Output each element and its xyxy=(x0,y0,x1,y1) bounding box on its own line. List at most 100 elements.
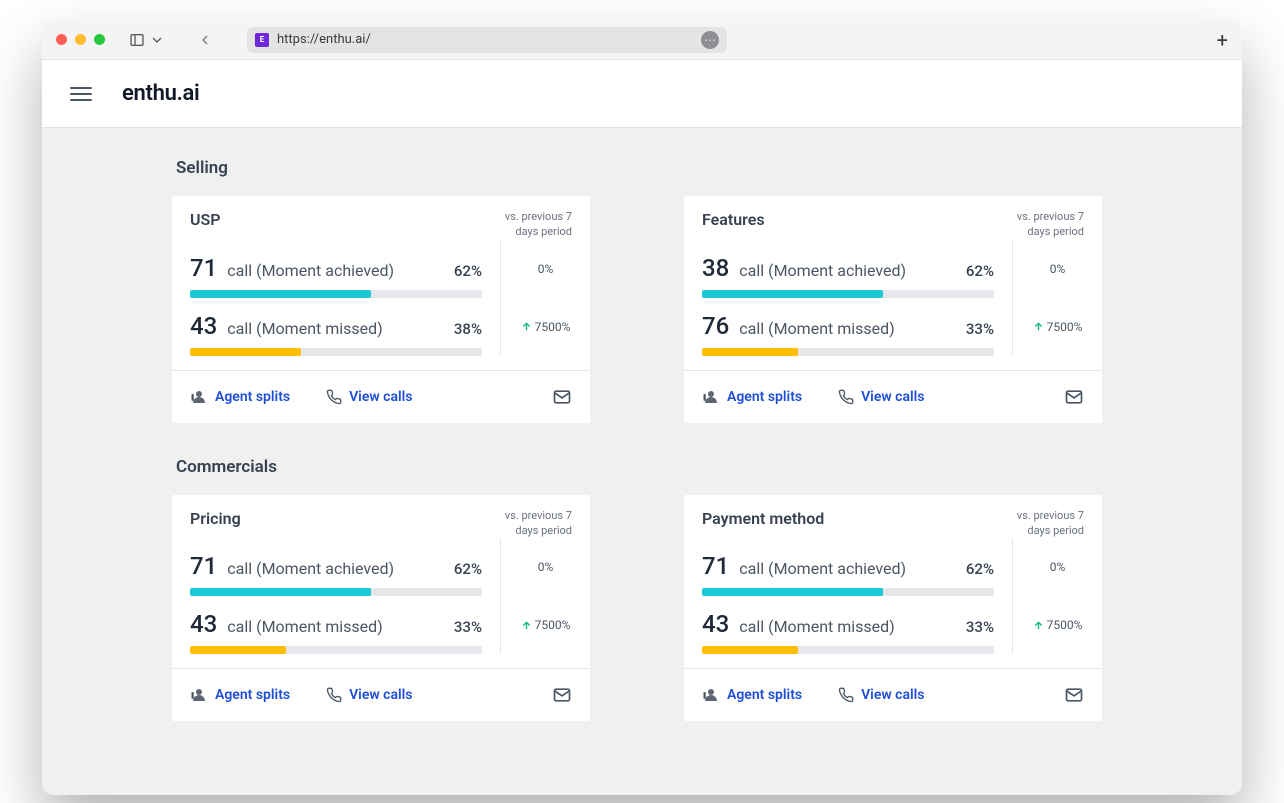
delta-value: 0% xyxy=(1050,262,1066,276)
metric-label: call (Moment achieved) xyxy=(227,261,444,280)
mail-button[interactable] xyxy=(552,685,572,705)
metric-pct: 38% xyxy=(454,320,482,338)
agent-splits-label: Agent splits xyxy=(215,687,290,703)
sidebar-toggle-button[interactable] xyxy=(129,32,165,48)
progress-fill xyxy=(190,646,286,654)
card-title: Pricing xyxy=(190,509,482,528)
metric-row: 38 call (Moment achieved) 62% 0% xyxy=(684,240,1102,298)
card-title: Payment method xyxy=(702,509,994,528)
mail-icon xyxy=(552,685,572,705)
metric-card: USP vs. previous 7 days period 71 call (… xyxy=(172,196,590,423)
mail-icon xyxy=(1064,387,1084,407)
maximize-window-button[interactable] xyxy=(94,34,105,45)
compare-label: vs. previous 7 days period xyxy=(994,210,1084,240)
card-grid: USP vs. previous 7 days period 71 call (… xyxy=(172,196,1112,423)
progress-fill xyxy=(702,348,798,356)
people-icon xyxy=(190,686,208,704)
menu-icon[interactable] xyxy=(70,87,92,101)
people-icon xyxy=(702,686,720,704)
view-calls-label: View calls xyxy=(861,687,924,703)
agent-splits-link[interactable]: Agent splits xyxy=(190,686,290,704)
metric-count: 71 xyxy=(190,552,217,580)
browser-window: E https://enthu.ai/ ⋯ + enthu.ai Selling… xyxy=(42,20,1242,795)
card-footer: Agent splits View calls xyxy=(684,370,1102,423)
delta-value: 7500% xyxy=(1047,320,1083,334)
progress-bar xyxy=(190,646,482,654)
delta-value: 7500% xyxy=(1047,618,1083,632)
card-footer: Agent splits View calls xyxy=(172,668,590,721)
delta-cell: 0% xyxy=(500,538,590,596)
new-tab-button[interactable]: + xyxy=(1217,28,1228,52)
view-calls-link[interactable]: View calls xyxy=(326,389,412,405)
metric-pct: 62% xyxy=(966,262,994,280)
delta-value: 7500% xyxy=(535,320,571,334)
delta-cell: 7500% xyxy=(1012,298,1102,356)
view-calls-link[interactable]: View calls xyxy=(838,389,924,405)
section-title: Selling xyxy=(176,158,1112,178)
address-bar[interactable]: E https://enthu.ai/ ⋯ xyxy=(247,27,727,53)
metric-count: 43 xyxy=(702,610,729,638)
agent-splits-link[interactable]: Agent splits xyxy=(702,686,802,704)
addr-more-icon[interactable]: ⋯ xyxy=(701,31,719,49)
metric-main: 76 call (Moment missed) 33% xyxy=(702,298,1012,356)
dashboard: Selling USP vs. previous 7 days period 7… xyxy=(172,128,1112,721)
mail-button[interactable] xyxy=(1064,387,1084,407)
view-calls-link[interactable]: View calls xyxy=(838,687,924,703)
metric-row: 43 call (Moment missed) 33% 7500% xyxy=(172,596,590,654)
mail-button[interactable] xyxy=(1064,685,1084,705)
progress-bar xyxy=(702,348,994,356)
agent-splits-link[interactable]: Agent splits xyxy=(702,388,802,406)
mail-icon xyxy=(1064,685,1084,705)
phone-icon xyxy=(838,687,854,703)
metric-row: 71 call (Moment achieved) 62% 0% xyxy=(172,538,590,596)
close-window-button[interactable] xyxy=(56,34,67,45)
site-favicon: E xyxy=(255,33,269,47)
phone-icon xyxy=(838,389,854,405)
minimize-window-button[interactable] xyxy=(75,34,86,45)
view-calls-label: View calls xyxy=(861,389,924,405)
delta-cell: 7500% xyxy=(500,596,590,654)
brand-logo: enthu.ai xyxy=(122,81,199,106)
metric-pct: 33% xyxy=(454,618,482,636)
mail-button[interactable] xyxy=(552,387,572,407)
progress-bar xyxy=(702,646,994,654)
metric-count: 76 xyxy=(702,312,729,340)
progress-fill xyxy=(190,588,371,596)
progress-fill xyxy=(702,646,798,654)
metric-pct: 33% xyxy=(966,618,994,636)
nav-back-button[interactable] xyxy=(197,32,213,48)
compare-label: vs. previous 7 days period xyxy=(482,210,572,240)
progress-fill xyxy=(190,290,371,298)
metric-main: 43 call (Moment missed) 38% xyxy=(190,298,500,356)
card-footer: Agent splits View calls xyxy=(172,370,590,423)
metric-main: 71 call (Moment achieved) 62% xyxy=(702,538,1012,596)
arrow-up-icon xyxy=(521,620,532,631)
arrow-up-icon xyxy=(521,321,532,332)
arrow-up-icon xyxy=(1033,321,1044,332)
metric-main: 43 call (Moment missed) 33% xyxy=(190,596,500,654)
compare-label: vs. previous 7 days period xyxy=(482,509,572,539)
delta-value: 0% xyxy=(1050,560,1066,574)
metric-card: Features vs. previous 7 days period 38 c… xyxy=(684,196,1102,423)
view-calls-link[interactable]: View calls xyxy=(326,687,412,703)
browser-chrome: E https://enthu.ai/ ⋯ + xyxy=(42,20,1242,60)
view-calls-label: View calls xyxy=(349,687,412,703)
progress-fill xyxy=(702,290,883,298)
metric-main: 43 call (Moment missed) 33% xyxy=(702,596,1012,654)
delta-cell: 7500% xyxy=(1012,596,1102,654)
agent-splits-link[interactable]: Agent splits xyxy=(190,388,290,406)
view-calls-label: View calls xyxy=(349,389,412,405)
metric-card: Payment method vs. previous 7 days perio… xyxy=(684,495,1102,722)
metric-row: 76 call (Moment missed) 33% 7500% xyxy=(684,298,1102,356)
agent-splits-label: Agent splits xyxy=(727,389,802,405)
metric-card: Pricing vs. previous 7 days period 71 ca… xyxy=(172,495,590,722)
metric-row: 43 call (Moment missed) 33% 7500% xyxy=(684,596,1102,654)
metric-label: call (Moment missed) xyxy=(739,617,956,636)
metric-pct: 62% xyxy=(454,262,482,280)
metric-row: 43 call (Moment missed) 38% 7500% xyxy=(172,298,590,356)
card-grid: Pricing vs. previous 7 days period 71 ca… xyxy=(172,495,1112,722)
page-content: Selling USP vs. previous 7 days period 7… xyxy=(42,128,1242,795)
card-title: Features xyxy=(702,210,994,229)
delta-value: 0% xyxy=(538,560,554,574)
metric-label: call (Moment achieved) xyxy=(739,559,956,578)
